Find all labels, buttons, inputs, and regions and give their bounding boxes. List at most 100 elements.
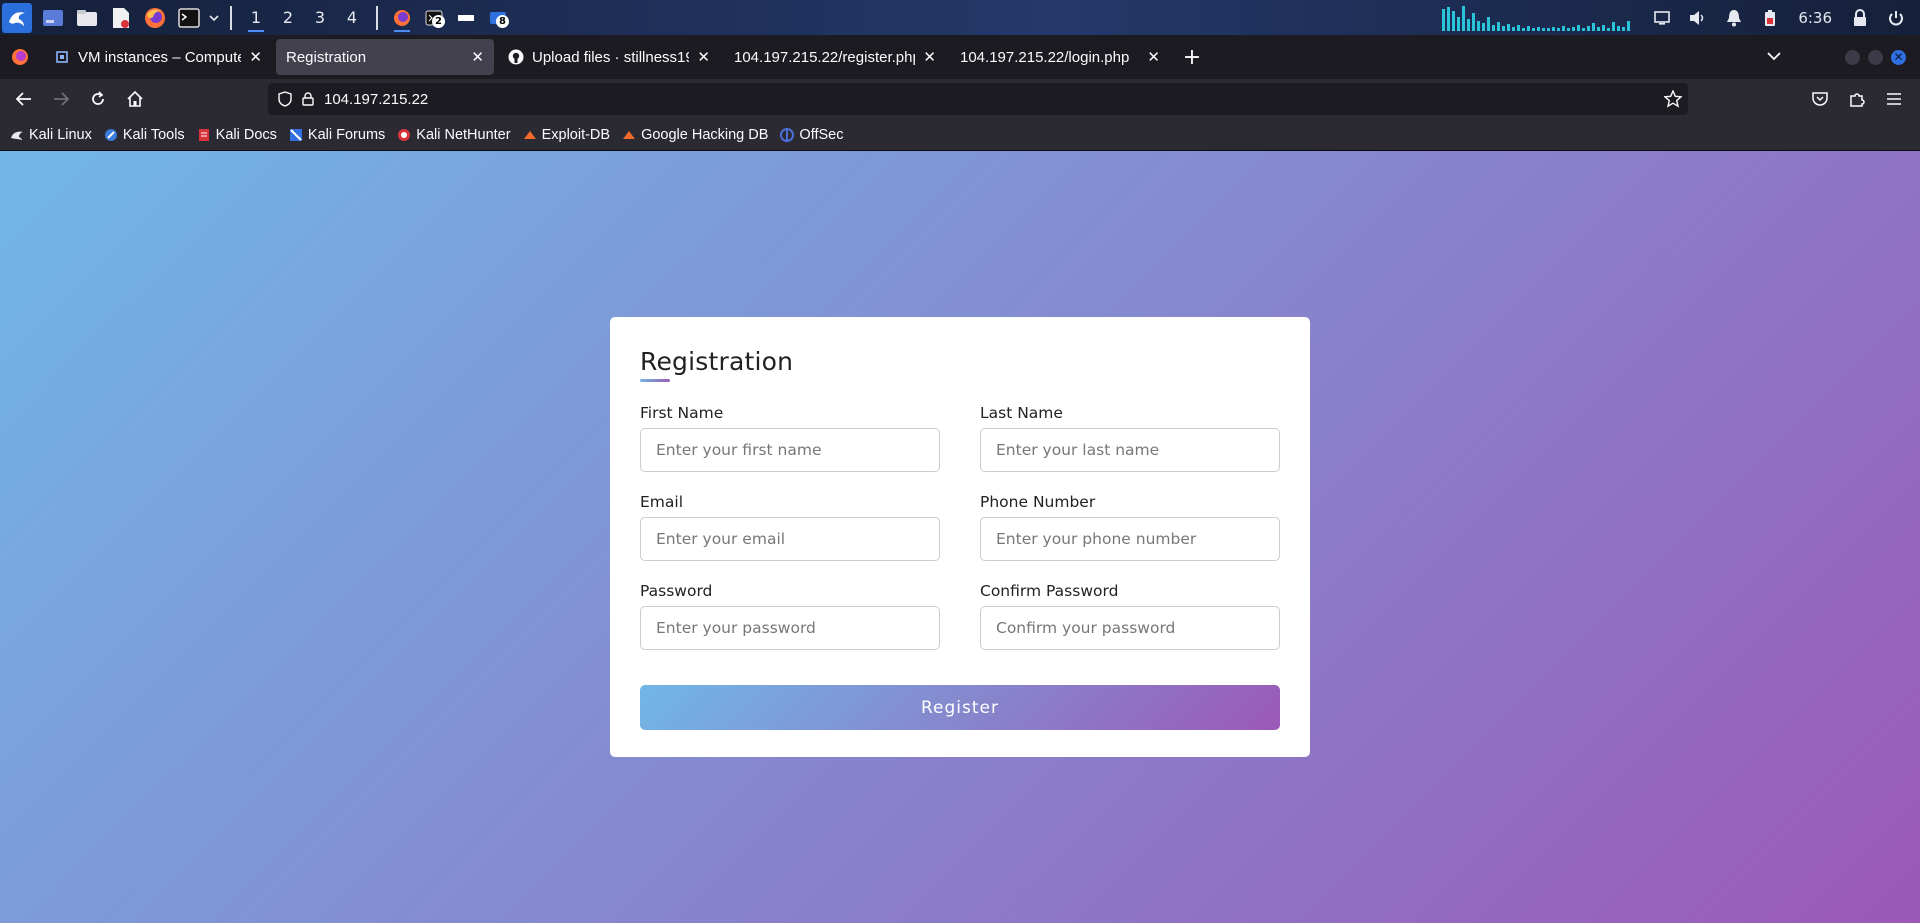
power-icon[interactable] <box>1886 8 1906 28</box>
forward-button[interactable] <box>43 83 79 115</box>
password-field[interactable] <box>640 606 940 650</box>
close-icon[interactable]: ✕ <box>1147 48 1160 66</box>
screen-icon[interactable] <box>1652 8 1672 28</box>
show-desktop-icon[interactable] <box>41 6 65 30</box>
clock[interactable]: 6:36 <box>1798 9 1832 27</box>
phone-group: Phone Number <box>980 493 1280 561</box>
bookmark-kali-forums[interactable]: Kali Forums <box>289 127 385 143</box>
bookmark-label: Kali Tools <box>122 126 185 143</box>
bookmark-kali-nethunter[interactable]: Kali NetHunter <box>397 127 511 143</box>
graph-bar <box>1492 24 1496 31</box>
lock-icon[interactable] <box>302 92 314 106</box>
page-viewport: Registration First Name Last Name Email … <box>0 151 1920 923</box>
workspace-4[interactable]: 4 <box>336 0 368 35</box>
terminal-icon[interactable] <box>177 6 201 30</box>
close-icon[interactable]: ✕ <box>923 48 936 66</box>
graph-bar <box>1607 27 1611 31</box>
workspace-2[interactable]: 2 <box>272 0 304 35</box>
email-field[interactable] <box>640 517 940 561</box>
graph-bar <box>1597 26 1601 31</box>
file-manager-icon[interactable] <box>75 6 99 30</box>
taskbar-firefox[interactable] <box>386 0 418 35</box>
phone-label: Phone Number <box>980 493 1096 511</box>
kali-docs-icon <box>197 128 211 142</box>
bookmark-kali-tools[interactable]: Kali Tools <box>104 127 185 143</box>
app-count-badge: 8 <box>496 14 509 28</box>
graph-bar <box>1592 22 1596 31</box>
close-window-button[interactable]: ✕ <box>1891 49 1906 65</box>
taskbar-terminal[interactable]: 2 <box>418 0 450 35</box>
register-button[interactable]: Register <box>640 685 1280 730</box>
graph-bar <box>1557 27 1561 31</box>
minimize-window-button[interactable] <box>1845 49 1860 65</box>
lock-icon[interactable] <box>1850 8 1870 28</box>
email-group: Email <box>640 493 940 561</box>
graph-bar <box>1522 27 1526 31</box>
bookmark-exploit-db[interactable]: Exploit-DB <box>523 126 611 143</box>
phone-field[interactable] <box>980 517 1280 561</box>
gcp-chip-icon <box>54 49 70 65</box>
last-name-label: Last Name <box>980 404 1063 422</box>
tab-vm-instances[interactable]: VM instances – Compute E ✕ <box>44 39 272 75</box>
taskbar-window[interactable] <box>450 0 482 35</box>
registration-card: Registration First Name Last Name Email … <box>610 317 1310 757</box>
exploit-db-icon <box>523 128 537 142</box>
tab-upload-files[interactable]: Upload files · stillness1999 ✕ <box>498 39 720 75</box>
graph-bar <box>1482 22 1486 31</box>
kali-menu-icon[interactable] <box>2 2 32 33</box>
back-button[interactable] <box>6 83 42 115</box>
extensions-button[interactable] <box>1839 83 1875 115</box>
confirm-password-field[interactable] <box>980 606 1280 650</box>
taskbar-app[interactable]: 8 <box>482 0 514 35</box>
bookmark-star-icon[interactable] <box>1663 89 1683 112</box>
volume-icon[interactable] <box>1688 8 1708 28</box>
graph-bar <box>1457 16 1461 31</box>
bookmark-kali-docs[interactable]: Kali Docs <box>197 127 277 143</box>
graph-bar <box>1532 27 1536 31</box>
arrow-right-icon <box>54 92 69 106</box>
puzzle-icon <box>1850 93 1865 107</box>
maximize-window-button[interactable] <box>1868 49 1883 65</box>
home-button[interactable] <box>117 83 153 115</box>
close-icon[interactable]: ✕ <box>697 48 710 66</box>
tab-login-php[interactable]: 104.197.215.22/login.php ✕ <box>950 39 1170 75</box>
shield-icon[interactable] <box>278 91 292 107</box>
battery-icon[interactable] <box>1760 8 1780 28</box>
firefox-icon[interactable] <box>143 6 167 30</box>
bookmark-offsec[interactable]: OffSec <box>780 127 843 143</box>
reload-button[interactable] <box>80 83 116 115</box>
password-group: Password <box>640 582 940 650</box>
confirm-password-label: Confirm Password <box>980 582 1119 600</box>
last-name-field[interactable] <box>980 428 1280 472</box>
url-bar[interactable]: 104.197.215.22 <box>268 83 1688 115</box>
tab-bar-right: ✕ <box>1767 49 1920 65</box>
pocket-button[interactable] <box>1802 83 1838 115</box>
graph-bar <box>1627 20 1631 31</box>
tab-registration[interactable]: Registration ✕ <box>276 39 494 75</box>
arrow-left-icon <box>16 92 31 106</box>
new-tab-button[interactable]: + <box>1176 41 1208 73</box>
bookmark-label: Exploit-DB <box>541 126 611 143</box>
chevron-down-icon[interactable] <box>208 6 220 30</box>
tab-register-php[interactable]: 104.197.215.22/register.php ✕ <box>724 39 946 75</box>
close-icon[interactable]: ✕ <box>249 48 262 66</box>
workspace-1[interactable]: 1 <box>240 0 272 35</box>
url-text[interactable]: 104.197.215.22 <box>324 91 428 108</box>
bookmark-google-hacking-db[interactable]: Google Hacking DB <box>622 127 768 143</box>
email-label: Email <box>640 493 684 511</box>
list-all-tabs-icon[interactable] <box>1767 49 1781 65</box>
tab-title: 104.197.215.22/register.php <box>734 48 916 66</box>
tab-title: 104.197.215.22/login.php <box>960 48 1130 66</box>
app-menu-button[interactable] <box>1876 83 1912 115</box>
confirm-password-group: Confirm Password <box>980 582 1280 650</box>
first-name-field[interactable] <box>640 428 940 472</box>
notification-bell-icon[interactable] <box>1724 8 1744 28</box>
workspace-3[interactable]: 3 <box>304 0 336 35</box>
last-name-group: Last Name <box>980 404 1280 472</box>
terminal-count-badge: 2 <box>432 14 445 28</box>
close-icon[interactable]: ✕ <box>471 48 484 66</box>
firefox-view-button[interactable] <box>0 35 40 79</box>
bookmark-kali-linux[interactable]: Kali Linux <box>10 127 92 143</box>
panel-separator <box>376 5 378 30</box>
text-editor-icon[interactable] <box>109 6 133 30</box>
